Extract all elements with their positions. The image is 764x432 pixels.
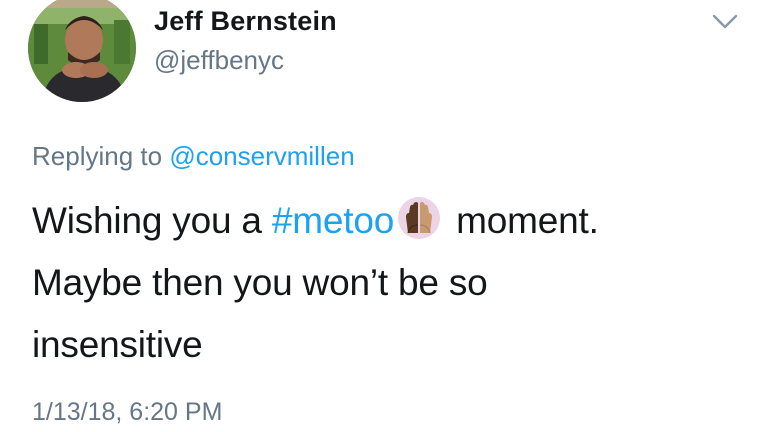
tweet-text-line3: insensitive	[32, 324, 203, 365]
reply-mention-link[interactable]: @conservmillen	[169, 141, 354, 171]
chevron-down-icon[interactable]	[710, 12, 740, 32]
tweet-text-part2: moment.	[446, 200, 599, 241]
tweet-timestamp[interactable]: 1/13/18, 6:20 PM	[32, 398, 222, 427]
replying-to-label: Replying to	[32, 141, 170, 171]
tweet-card: Jeff Bernstein @jeffbenyc Replying to @c…	[0, 0, 764, 432]
replying-to-line: Replying to @conservmillen	[32, 141, 355, 172]
raised-hands-icon	[396, 195, 442, 241]
avatar-photo-icon	[28, 0, 136, 102]
tweet-text-part1: Wishing you a	[32, 200, 272, 241]
display-name[interactable]: Jeff Bernstein	[154, 6, 337, 37]
tweet-text: Wishing you a #metoo moment. Maybe then …	[32, 190, 732, 376]
user-handle[interactable]: @jeffbenyc	[154, 45, 284, 76]
avatar[interactable]	[28, 0, 136, 102]
hashtag-link[interactable]: #metoo	[272, 200, 394, 241]
tweet-text-line2: Maybe then you won’t be so	[32, 262, 488, 303]
